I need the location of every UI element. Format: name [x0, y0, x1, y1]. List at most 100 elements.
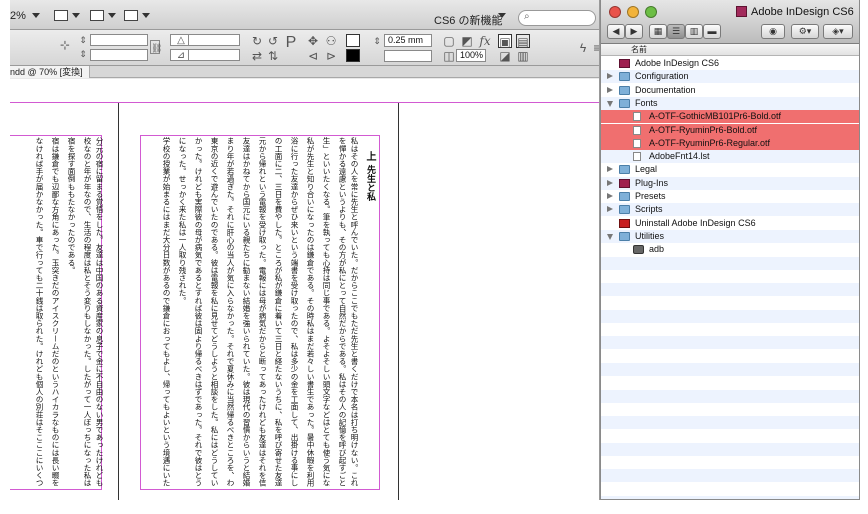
x-position-field[interactable] — [90, 34, 148, 46]
disclosure-closed-icon[interactable] — [607, 206, 613, 213]
effects-icon[interactable]: fx — [478, 34, 492, 48]
empty-row — [601, 442, 859, 456]
rotate-ccw-icon[interactable]: ↺ — [266, 34, 280, 48]
list-item[interactable]: Configuration — [601, 70, 859, 84]
zoom-level[interactable]: 2% — [10, 10, 26, 22]
left-page-text-frame[interactable]: 分元の宿に留まる覚悟をした。友達は中国のある資産家の息子で金に不自由のない男であ… — [32, 137, 104, 487]
list-item-label: A-OTF-RyuminPr6-Bold.otf — [649, 124, 758, 135]
back-button[interactable]: ◀ — [607, 24, 625, 39]
disclosure-open-icon[interactable] — [607, 100, 613, 107]
screen-mode-icon[interactable] — [90, 10, 104, 21]
zoom-dropdown-icon[interactable] — [32, 13, 40, 18]
minimize-button[interactable] — [627, 6, 639, 18]
list-view-button[interactable]: ☰ — [667, 24, 685, 39]
text-wrap-none-icon[interactable]: ▣ — [498, 34, 512, 49]
empty-row — [601, 456, 859, 469]
select-next-icon[interactable]: ⊳ — [324, 49, 338, 63]
pasteboard[interactable]: 上 先生と私 私はその人を常に先生と呼んでいた。だからここでもただ先生と書くだけ… — [10, 79, 599, 500]
workspace-dropdown-icon[interactable] — [498, 13, 506, 18]
empty-row — [601, 296, 859, 309]
disclosure-open-icon[interactable] — [607, 233, 613, 240]
coverflow-view-button[interactable]: ▬ — [703, 24, 721, 39]
list-item[interactable]: A-OTF-RyuminPr6-Regular.otf — [601, 136, 859, 150]
zoom-button[interactable] — [645, 6, 657, 18]
y-position-arrows-icon[interactable]: ⇕ — [76, 47, 90, 61]
quick-look-button[interactable]: ◉ — [761, 24, 785, 39]
drop-shadow-icon[interactable]: ◩ — [460, 34, 474, 48]
flip-vertical-icon[interactable]: ⇅ — [266, 49, 280, 63]
select-previous-icon[interactable]: ⊲ — [306, 49, 320, 63]
search-input[interactable]: ⌕ — [518, 10, 596, 26]
disclosure-closed-icon[interactable] — [607, 166, 613, 173]
document-tab-bar: ndd @ 70% [変換] — [10, 66, 599, 78]
list-item[interactable]: Legal — [601, 163, 859, 176]
workspace-switcher[interactable]: CS6 の新機能 — [434, 12, 502, 28]
y-position-field[interactable] — [90, 49, 148, 61]
list-item-label: Scripts — [635, 204, 663, 215]
fitting-options-icon[interactable]: ◪ — [498, 49, 512, 63]
list-item-label: Utilities — [635, 230, 665, 241]
list-item[interactable]: Plug-Ins — [601, 176, 859, 190]
list-item[interactable]: A-OTF-RyuminPr6-Bold.otf — [601, 123, 859, 137]
shear-field[interactable] — [188, 49, 240, 61]
rotate-cw-icon[interactable]: ↻ — [250, 34, 264, 48]
text-wrap-bbox-icon[interactable]: ▤ — [516, 34, 530, 49]
list-item[interactable]: Adobe InDesign CS6 — [601, 57, 859, 70]
x-position-arrows-icon[interactable]: ⇕ — [76, 33, 90, 47]
arrange-documents-icon[interactable] — [124, 10, 138, 21]
folder-proxy-icon[interactable] — [736, 6, 747, 17]
select-content-icon[interactable]: ⚇ — [324, 34, 338, 48]
screen-mode-dropdown-icon[interactable] — [108, 13, 116, 18]
list-item[interactable]: adb — [601, 243, 859, 256]
icon-view-button[interactable]: ▦ — [649, 24, 667, 39]
rotation-field[interactable] — [188, 34, 240, 46]
forward-button[interactable]: ▶ — [625, 24, 643, 39]
scale-y-icon[interactable]: ⊿ — [174, 49, 188, 63]
constrain-proportions-icon[interactable]: ⛓ — [150, 40, 162, 54]
quick-apply-icon[interactable]: ϟ — [576, 41, 590, 55]
list-item[interactable]: A-OTF-GothicMB101Pr6-Bold.otf — [601, 110, 859, 124]
folder-icon — [619, 205, 630, 215]
arrange-documents-dropdown-icon[interactable] — [142, 13, 150, 18]
auto-fit-icon[interactable]: ▥ — [516, 49, 530, 63]
indesign-window: 2% CS6 の新機能 ⌕ ⊹ ⇕ ⇕ ⛓ △ ⊿ ↻ ↺ ⇄ ⇅ P ✥ ⚇ … — [10, 0, 600, 500]
empty-row — [601, 416, 859, 430]
document-tab[interactable]: ndd @ 70% [変換] — [10, 66, 90, 78]
folder-icon — [619, 98, 630, 108]
action-menu-button[interactable]: ⚙▾ — [791, 24, 819, 39]
list-item[interactable]: Presets — [601, 190, 859, 203]
list-item[interactable]: Documentation — [601, 84, 859, 97]
name-column-header[interactable]: 名前 — [601, 44, 859, 56]
disclosure-closed-icon[interactable] — [607, 73, 613, 80]
list-item-label: Documentation — [635, 84, 696, 95]
column-view-button[interactable]: ▥ — [685, 24, 703, 39]
dropbox-menu-button[interactable]: ◈▾ — [823, 24, 853, 39]
panel-menu-icon[interactable]: ≡ — [590, 41, 599, 55]
list-item[interactable]: Scripts — [601, 203, 859, 217]
disclosure-closed-icon[interactable] — [607, 86, 613, 93]
empty-row — [601, 362, 859, 376]
scale-x-icon[interactable]: △ — [174, 34, 188, 48]
opacity-field[interactable]: 100% — [456, 49, 486, 62]
right-page-text-frame[interactable]: 上 先生と私 私はその人を常に先生と呼んでいた。だからここでもただ先生と書くだけ… — [143, 137, 379, 487]
stroke-weight-arrows-icon[interactable]: ⇕ — [370, 34, 384, 48]
frame-fitting-icon[interactable]: ▢ — [442, 34, 456, 48]
list-item[interactable]: Uninstall Adobe InDesign CS6 — [601, 217, 859, 230]
reference-point-icon[interactable]: ⊹ — [58, 38, 72, 52]
flip-horizontal-icon[interactable]: ⇄ — [250, 49, 264, 63]
stroke-swatch[interactable] — [346, 49, 360, 62]
close-button[interactable] — [609, 6, 621, 18]
flip-indicator-icon: P — [285, 34, 297, 51]
list-item[interactable]: Fonts — [601, 96, 859, 110]
list-item[interactable]: AdobeFnt14.lst — [601, 150, 859, 164]
disclosure-closed-icon[interactable] — [607, 179, 613, 186]
select-container-icon[interactable]: ✥ — [306, 34, 320, 48]
view-options-dropdown-icon[interactable] — [72, 13, 80, 18]
disclosure-closed-icon[interactable] — [607, 193, 613, 199]
view-options-icon[interactable] — [54, 10, 68, 21]
fill-swatch[interactable] — [346, 34, 360, 47]
stroke-type-select[interactable] — [384, 50, 432, 62]
list-item[interactable]: Utilities — [601, 229, 859, 243]
stroke-weight-field[interactable]: 0.25 mm — [384, 34, 432, 47]
desktop-strip — [0, 500, 868, 514]
